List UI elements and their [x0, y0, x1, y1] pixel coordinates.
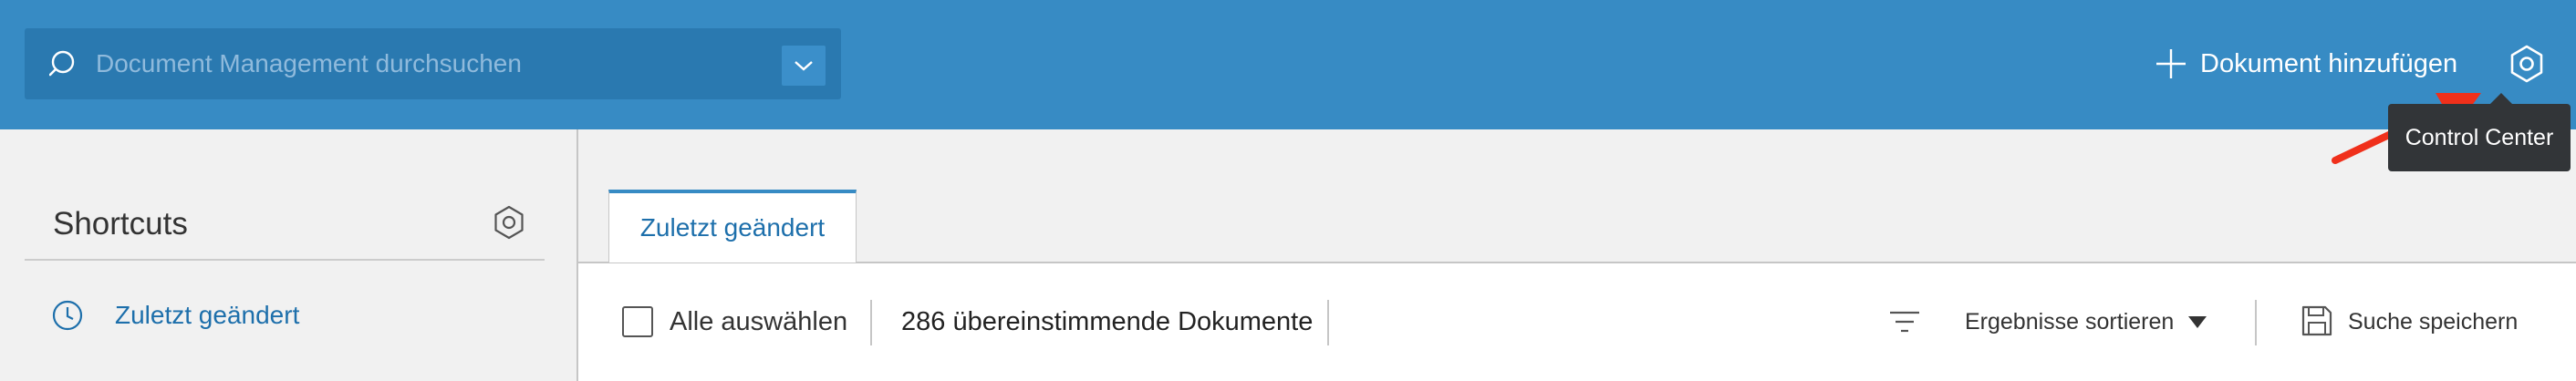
save-search-button[interactable]: Suche speichern: [2348, 309, 2518, 335]
shortcuts-sidebar: Shortcuts Zuletzt geändert: [0, 129, 576, 381]
toolbar-divider: [1327, 300, 1329, 345]
chevron-down-icon: [795, 61, 813, 71]
search-input[interactable]: [96, 28, 789, 99]
control-center-tooltip: Control Center: [2388, 93, 2571, 171]
tab-recently-changed[interactable]: Zuletzt geändert: [608, 190, 857, 263]
sort-results-label: Ergebnisse sortieren: [1965, 309, 2175, 335]
clock-icon: [52, 300, 83, 331]
caret-down-icon: [2188, 315, 2207, 328]
toolbar-divider: [2255, 300, 2257, 345]
result-count: 286 übereinstimmende Dokumente: [901, 307, 1314, 336]
results-toolbar: Alle auswählen 286 übereinstimmende Doku…: [578, 262, 2576, 381]
sidebar-title: Shortcuts: [53, 206, 188, 242]
save-icon[interactable]: [2301, 304, 2333, 337]
gear-icon[interactable]: [2507, 44, 2547, 84]
filter-icon[interactable]: [1888, 307, 1921, 336]
add-document-button[interactable]: Dokument hinzufügen: [2155, 44, 2457, 84]
search-options-button[interactable]: [782, 46, 826, 86]
sidebar-item-recently-changed[interactable]: Zuletzt geändert: [51, 299, 299, 332]
search-icon: [49, 50, 75, 77]
plus-icon: [2156, 49, 2186, 78]
sidebar-divider: [25, 259, 545, 261]
search-bar[interactable]: [25, 28, 841, 99]
toolbar-divider: [870, 300, 872, 345]
add-document-label: Dokument hinzufügen: [2200, 48, 2458, 78]
sidebar-item-label: Zuletzt geändert: [115, 301, 300, 329]
select-all-label[interactable]: Alle auswählen: [670, 307, 847, 337]
top-header: Dokument hinzufügen: [0, 0, 2576, 129]
gear-icon[interactable]: [491, 204, 527, 241]
sort-results-dropdown[interactable]: Ergebnisse sortieren: [1965, 309, 2207, 335]
select-all-checkbox[interactable]: [622, 306, 653, 337]
